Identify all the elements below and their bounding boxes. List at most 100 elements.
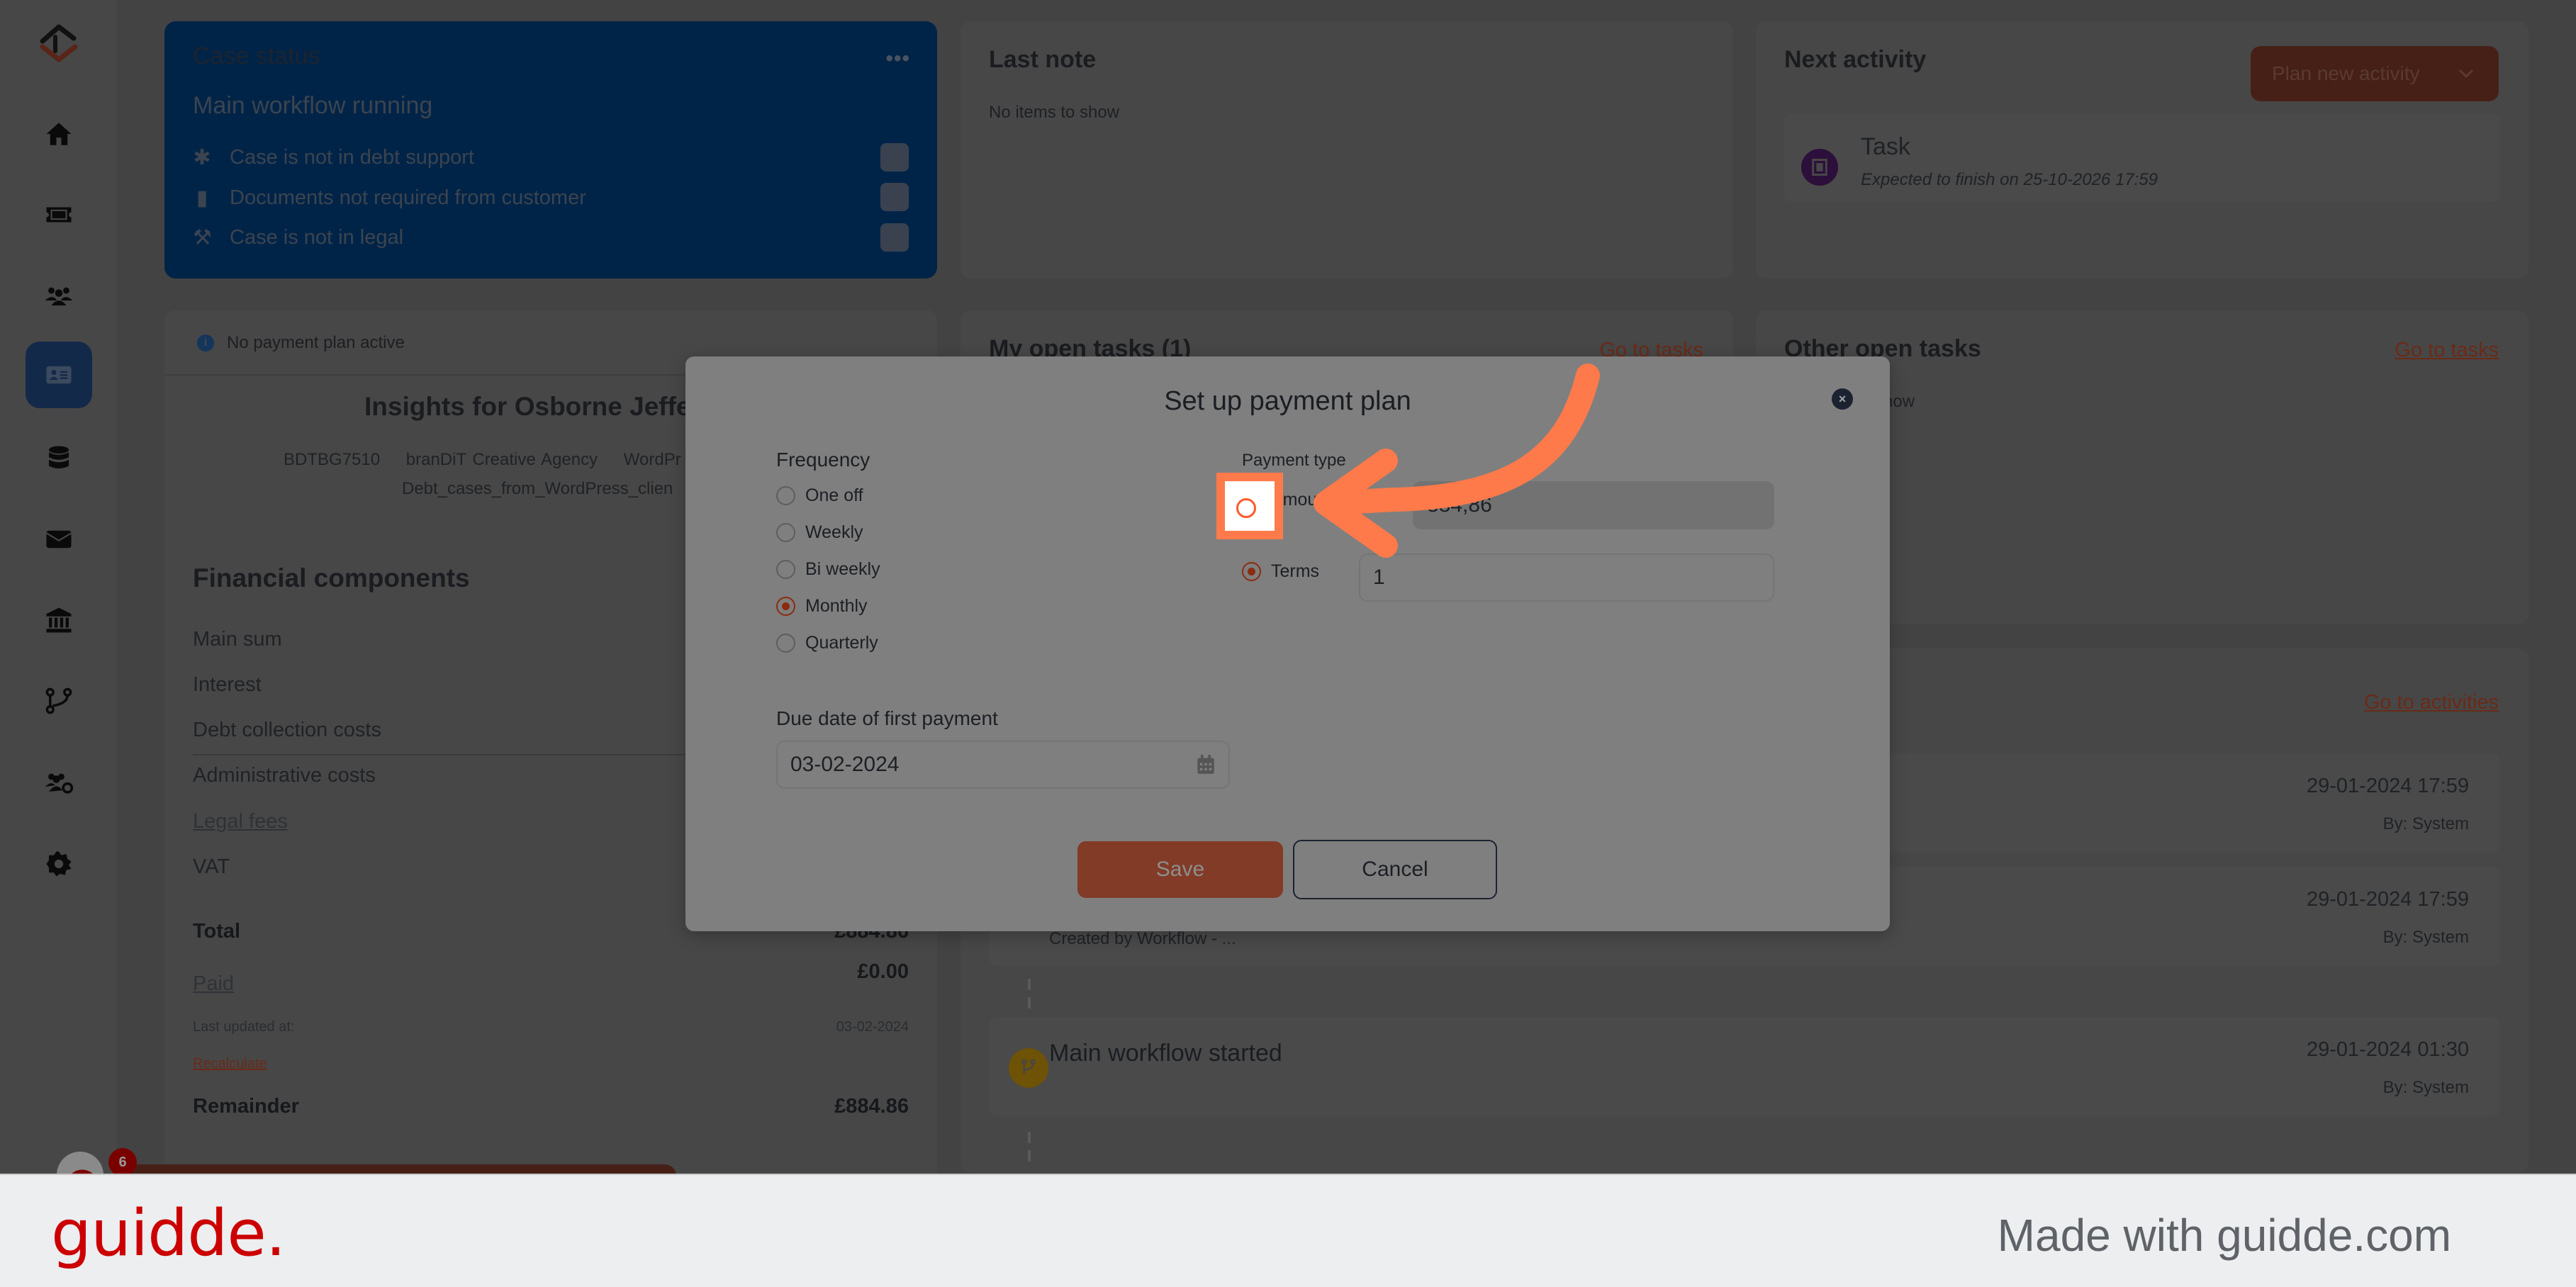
sidebar-item-mail[interactable] [26,506,92,573]
gear-icon [46,851,72,877]
amount-input[interactable]: 884,86 [1413,481,1774,529]
radio-label: Terms [1271,561,1320,581]
file-icon: ▮ [196,186,208,210]
next-task-item[interactable]: Task Expected to finish on 25-10-2026 17… [1784,113,2500,202]
paid-value: £0.00 [857,960,909,983]
last-note-empty: No items to show [989,103,1120,122]
made-with-guidde[interactable]: Made with guidde.com [1998,1209,2451,1261]
sidebar-item-settings[interactable] [26,831,92,897]
database-icon [49,446,69,468]
other-tasks-go-to-tasks-link[interactable]: Go to tasks [2395,339,2499,362]
chevron-down-icon [2458,69,2474,79]
fin-row-admin-costs: Administrative costs [193,764,376,787]
home-icon [46,123,72,145]
guidde-footer: guidde. Made with guidde.com [0,1174,2576,1287]
next-activity-card: Next activity Plan new activity Task Exp… [1756,21,2529,279]
frequency-option-quarterly[interactable]: Quarterly [776,633,878,653]
more-options-icon[interactable]: ••• [885,47,910,71]
client-name: branDiT Creative Agency [405,450,598,469]
radio-button[interactable] [776,560,795,579]
activity-date: 29-01-2024 17:59 [2307,775,2469,797]
timeline-connector [1028,1150,1031,1162]
radio-button[interactable] [776,486,795,505]
click-highlight [1216,473,1283,539]
case-status-row: ✱ Case is not in debt support [193,145,474,170]
branch-icon [45,687,72,714]
bank-icon [46,607,72,633]
legal-fees-link[interactable]: Legal fees [193,810,288,833]
debt-support-checkbox[interactable] [880,143,909,172]
case-status-row-label: Case is not in legal [230,226,404,249]
radio-button-selected[interactable] [776,597,795,616]
close-icon[interactable]: × [1832,388,1853,410]
fin-row-main-sum: Main sum [193,628,282,651]
payment-plan-status: No payment plan active [227,333,405,352]
asterisk-icon: ✱ [193,146,211,169]
activity-author: By: System [2382,928,2469,947]
cancel-button[interactable]: Cancel [1293,840,1497,899]
amount-radio-highlight [1236,498,1256,518]
next-activity-title: Next activity [1784,46,1927,73]
case-status-row-label: Case is not in debt support [230,146,474,169]
envelope-icon [45,530,72,549]
guidde-logo[interactable]: guidde. [51,1196,286,1271]
last-note-title: Last note [989,46,1097,73]
task-ticket-icon [1801,149,1838,186]
frequency-label: Frequency [776,449,870,471]
sidebar-item-home[interactable] [26,101,92,167]
total-label: Total [193,920,241,943]
radio-button[interactable] [776,634,795,653]
calendar-icon[interactable] [1196,753,1216,776]
sidebar-item-bank[interactable] [26,587,92,653]
last-updated-value: 03-02-2024 [836,1019,909,1035]
app-logo-icon[interactable] [34,18,84,68]
id-card-icon [46,366,72,384]
gavel-icon: ⚒ [193,226,212,249]
activity-date: 29-01-2024 01:30 [2307,1038,2469,1061]
frequency-option-one-off[interactable]: One off [776,485,863,506]
plan-new-activity-button[interactable]: Plan new activity [2251,46,2499,101]
terms-input[interactable]: 1 [1359,553,1774,602]
due-date-label: Due date of first payment [776,707,998,729]
remainder-value: £884.86 [834,1095,909,1118]
legal-checkbox[interactable] [880,223,909,252]
frequency-option-monthly[interactable]: Monthly [776,596,868,617]
go-to-activities-link[interactable]: Go to activities [2364,691,2499,714]
task-expected-finish: Expected to finish on 25-10-2026 17:59 [1861,170,2158,189]
sidebar-item-customers[interactable] [26,262,92,329]
frequency-option-weekly[interactable]: Weekly [776,522,863,543]
insights-meta: BDTBG7510 branDiT Creative Agency WordPr [284,450,701,470]
fin-row-vat: VAT [193,855,230,878]
radio-label: Bi weekly [805,559,880,579]
sidebar-item-database[interactable] [26,425,92,492]
sidebar-item-tickets[interactable] [26,181,92,248]
users-cog-icon [45,773,74,794]
documents-checkbox[interactable] [880,183,909,211]
recalculate-link[interactable]: Recalculate [193,1056,267,1072]
radio-label: One off [805,485,863,505]
activity-title: Main workflow started [1049,1040,1282,1067]
sidebar-item-workflows[interactable] [26,668,92,734]
case-status-card: Case status ••• Main workflow running ✱ … [164,21,937,279]
case-status-state: Main workflow running [193,92,433,119]
task-name: Task [1861,133,1910,160]
save-button[interactable]: Save [1077,841,1283,898]
terms-value: 1 [1373,566,1385,589]
case-status-row: ▮ Documents not required from customer [193,186,586,210]
radio-button-selected[interactable] [1242,562,1261,581]
payment-type-terms[interactable]: Terms [1242,561,1319,582]
paid-link[interactable]: Paid [193,972,234,996]
sidebar-item-cases[interactable] [26,342,92,408]
financial-components-title: Financial components [193,563,470,592]
payment-type-label: Payment type [1242,451,1346,470]
timeline-connector [1028,1132,1031,1143]
frequency-option-bi-weekly[interactable]: Bi weekly [776,559,880,580]
timeline-connector [1028,997,1031,1008]
due-date-input[interactable]: 03-02-2024 [776,741,1230,789]
ticket-icon [46,207,72,223]
radio-label: Weekly [805,522,863,542]
activity-item[interactable]: Main workflow started 29-01-2024 01:30 B… [989,1017,2500,1116]
sidebar-item-user-management[interactable] [26,748,92,815]
radio-button[interactable] [776,523,795,542]
insights-title: Insights for Osborne Jeffer [364,392,701,421]
